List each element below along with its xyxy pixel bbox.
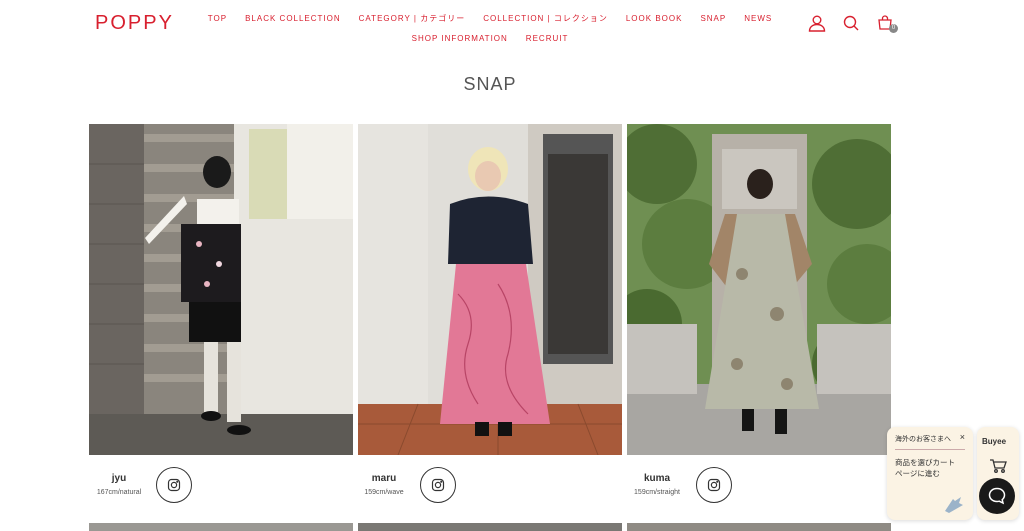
snap-photo-partial[interactable] xyxy=(89,523,353,531)
nav-news[interactable]: NEWS xyxy=(735,9,781,29)
instagram-button[interactable] xyxy=(420,467,456,503)
buyee-message-line1: 商品を選びカート xyxy=(895,458,955,467)
nav-category[interactable]: CATEGORY | カテゴリー xyxy=(350,9,475,29)
nav-top[interactable]: TOP xyxy=(199,9,236,29)
brand-logo[interactable]: POPPY xyxy=(95,12,174,35)
buyee-popup[interactable]: 海外のお客さまへ × 商品を選びカート ページに進む xyxy=(887,427,973,520)
snap-photo-partial[interactable] xyxy=(627,523,891,531)
nav-recruit[interactable]: RECRUIT xyxy=(517,29,578,49)
snap-grid-next-row xyxy=(89,523,891,531)
buyee-logo: Buyee xyxy=(982,437,1007,446)
snap-photo-partial[interactable] xyxy=(358,523,622,531)
nav-look-book[interactable]: LOOK BOOK xyxy=(617,9,692,29)
instagram-icon xyxy=(431,478,445,492)
snap-photo-kuma[interactable] xyxy=(627,124,891,455)
nav-shop-information[interactable]: SHOP INFORMATION xyxy=(403,29,517,49)
instagram-button[interactable] xyxy=(696,467,732,503)
nav-row-secondary: SHOP INFORMATION RECRUIT xyxy=(200,29,780,49)
model-name: jyu xyxy=(111,473,127,484)
snap-card-maru: maru 159cm/wave xyxy=(358,124,622,515)
model-height-hair: 167cm/natural xyxy=(96,489,142,496)
model-name: maru xyxy=(371,473,397,484)
snap-photo-jyu[interactable] xyxy=(89,124,353,455)
user-icon[interactable] xyxy=(808,14,826,32)
instagram-icon xyxy=(167,478,181,492)
model-height-hair: 159cm/wave xyxy=(364,489,404,496)
snap-grid: jyu 167cm/natural maru 159cm/wave kuma 1… xyxy=(89,124,891,515)
snap-card-kuma: kuma 159cm/straight xyxy=(627,124,891,515)
instagram-button[interactable] xyxy=(156,467,192,503)
snap-photo-maru[interactable] xyxy=(358,124,622,455)
page-title: SNAP xyxy=(463,74,517,94)
buyee-message: 商品を選びカート ページに進む xyxy=(895,457,965,479)
chat-bubble-icon xyxy=(988,487,1006,505)
main-nav: TOP BLACK COLLECTION CATEGORY | カテゴリー CO… xyxy=(200,9,780,49)
cart-icon[interactable]: 0 xyxy=(876,14,898,33)
buyee-header-text: 海外のお客さまへ xyxy=(895,436,951,443)
chat-button[interactable] xyxy=(979,478,1015,514)
snap-meta-maru: maru 159cm/wave xyxy=(358,455,622,515)
instagram-icon xyxy=(707,478,721,492)
nav-snap[interactable]: SNAP xyxy=(691,9,735,29)
model-height-hair: 159cm/straight xyxy=(634,489,680,496)
cart-count-badge: 0 xyxy=(889,24,898,33)
snap-card-jyu: jyu 167cm/natural xyxy=(89,124,353,515)
search-icon[interactable] xyxy=(842,14,860,32)
buyee-message-line2: ページに進む xyxy=(895,469,940,478)
model-name: kuma xyxy=(643,473,671,484)
buyee-header: 海外のお客さまへ × xyxy=(895,433,965,450)
nav-row-primary: TOP BLACK COLLECTION CATEGORY | カテゴリー CO… xyxy=(200,9,780,29)
nav-black-collection[interactable]: BLACK COLLECTION xyxy=(236,9,350,29)
airplane-icon xyxy=(945,497,963,513)
buyee-cart-icon[interactable] xyxy=(989,458,1007,474)
close-icon[interactable]: × xyxy=(960,433,965,444)
nav-collection[interactable]: COLLECTION | コレクション xyxy=(474,9,617,29)
snap-meta-kuma: kuma 159cm/straight xyxy=(627,455,891,515)
header-icons: 0 xyxy=(808,14,898,33)
snap-meta-jyu: jyu 167cm/natural xyxy=(89,455,353,515)
